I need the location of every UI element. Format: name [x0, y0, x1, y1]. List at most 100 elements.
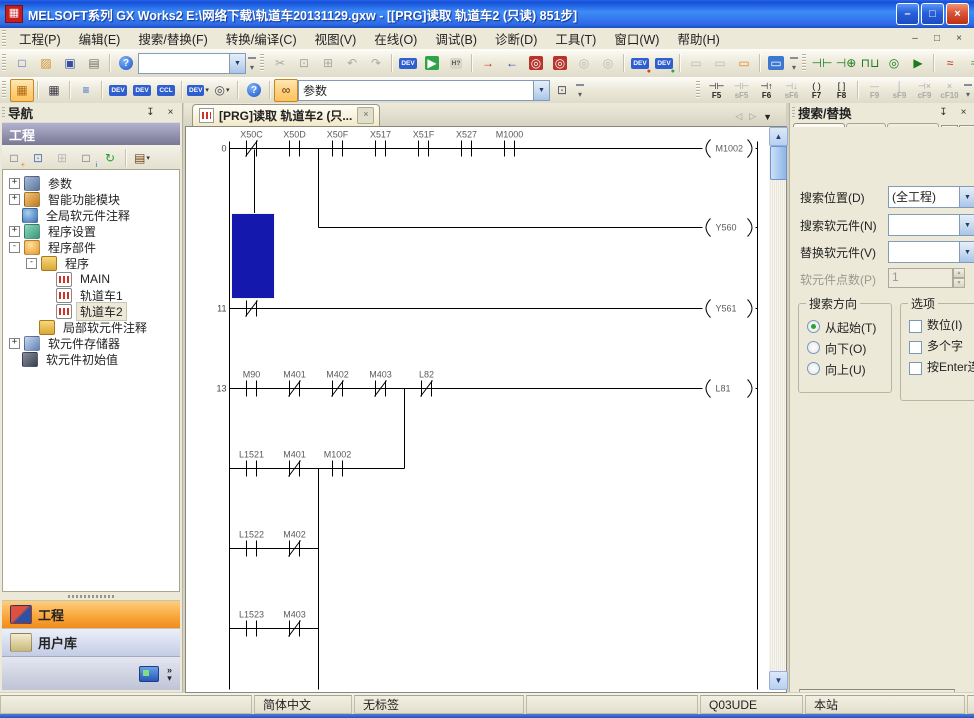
replace-device-combo[interactable]: ▼ [888, 241, 974, 263]
paste-icon[interactable]: ⊞ [316, 52, 340, 75]
run-program-icon[interactable]: ▶ [420, 52, 444, 75]
toolbar-overflow-icon[interactable]: ▾ [962, 80, 974, 100]
toolbar-overflow-icon[interactable]: ▾ [246, 53, 258, 73]
combo-dropdown-icon[interactable]: ▼ [533, 81, 549, 100]
close-panel-icon[interactable]: × [162, 105, 179, 121]
ladder-symbol-F7-icon[interactable]: ( )F7 [804, 78, 829, 102]
find-help-icon[interactable]: H? [444, 52, 468, 75]
dropdown-arrow-icon[interactable]: ▾ [205, 86, 209, 94]
device-cclink-icon[interactable]: CCL [154, 79, 178, 102]
toolbar-grip[interactable] [696, 81, 700, 99]
file-path-combo[interactable]: ▼ [138, 53, 246, 74]
sampling-trace-icon[interactable]: ≈ [938, 52, 962, 75]
refresh-icon[interactable]: ↻ [98, 146, 122, 169]
ladder-symbol-F8-icon[interactable]: [ ]F8 [829, 78, 854, 102]
direction-option-3[interactable]: 向上(U) [807, 361, 866, 378]
mdi-restore-button[interactable]: □ [928, 31, 946, 47]
menu-item-3[interactable]: 搜索/替换(F) [129, 27, 216, 50]
vertical-scrollbar[interactable]: ▲ ▼ [769, 127, 786, 690]
search-location-combo[interactable]: (全工程) ▼ [888, 186, 974, 208]
option-checkbox-3[interactable]: 按Enter连续搜 [909, 361, 974, 375]
menubar-grip[interactable] [2, 30, 6, 48]
ladder-symbol-sF5-icon[interactable]: ⊣⊢sF5 [729, 78, 754, 102]
nav-button-project[interactable]: 工程 [2, 600, 180, 628]
coil-paren[interactable] [706, 380, 711, 398]
ladder-symbol-F6-icon[interactable]: ⊣↑F6 [754, 78, 779, 102]
direction-option-1[interactable]: 从起始(T) [807, 319, 876, 336]
checkbox-icon[interactable] [909, 362, 922, 375]
coil-paren[interactable] [748, 219, 753, 237]
copy-icon[interactable]: ⊡ [292, 52, 316, 75]
coil-paren[interactable] [706, 300, 711, 318]
document-tab[interactable]: [PRG]读取 轨道车2 (只... × [192, 104, 380, 126]
print-icon[interactable]: ▤ [82, 52, 106, 75]
combo-dropdown-icon[interactable]: ▼ [229, 54, 245, 73]
menu-item-2[interactable]: 编辑(E) [70, 27, 130, 50]
device-comment-icon[interactable]: DEV [106, 79, 130, 102]
menu-item-9[interactable]: 工具(T) [546, 27, 605, 50]
ladder-symbol-cF10-icon[interactable]: ×cF10 [937, 78, 962, 102]
navigation-splitter[interactable] [2, 592, 180, 600]
device-memory-icon[interactable]: DEV [130, 79, 154, 102]
mdi-close-button[interactable]: × [950, 31, 968, 47]
coil-paren[interactable] [748, 300, 753, 318]
navigation-panel-titlebar[interactable]: 导航 ↧× [0, 103, 182, 122]
monitor-write-icon[interactable]: ⊣⊕ [834, 52, 858, 75]
combo-dropdown-icon[interactable]: ▼ [959, 187, 974, 207]
expand-icon[interactable]: + [9, 194, 20, 205]
new-data-icon[interactable]: □+ [2, 146, 26, 169]
mdi-minimize-button[interactable]: – [906, 31, 924, 47]
undo-icon[interactable]: ↶ [340, 52, 364, 75]
radio-icon[interactable] [807, 341, 820, 354]
maximize-button[interactable]: □ [921, 3, 944, 25]
statement-display-icon[interactable]: ▭ [708, 52, 732, 75]
scroll-down-icon[interactable]: ▼ [769, 671, 788, 690]
toolbar-grip[interactable] [260, 54, 264, 72]
dropdown-arrow-icon[interactable]: ▾ [226, 86, 230, 94]
crt-monitor-icon[interactable]: ▭ [764, 52, 788, 75]
checkbox-icon[interactable] [909, 341, 922, 354]
expand-icon[interactable]: + [9, 338, 20, 349]
menu-item-7[interactable]: 调试(B) [426, 27, 486, 50]
minimize-button[interactable]: – [896, 3, 919, 25]
menu-item-6[interactable]: 在线(O) [365, 27, 426, 50]
option-checkbox-2[interactable]: 多个字 [909, 340, 974, 354]
auto-hide-pin-icon[interactable]: ↧ [142, 105, 159, 121]
radio-selected-icon[interactable] [807, 320, 820, 333]
open-folder-icon[interactable]: ▨ [34, 52, 58, 75]
checkbox-icon[interactable] [909, 320, 922, 333]
read-from-plc-icon[interactable]: ← [500, 52, 524, 75]
copy-data-icon[interactable]: ⊡ [26, 146, 50, 169]
toolbar-grip[interactable] [802, 54, 806, 72]
expand-icon[interactable]: + [9, 226, 20, 237]
close-button[interactable]: × [946, 3, 969, 25]
note-display-icon[interactable]: ▭ [732, 52, 756, 75]
connection-destination-icon[interactable] [139, 666, 159, 682]
auto-hide-pin-icon[interactable]: ↧ [935, 105, 952, 121]
direction-option-2[interactable]: 向下(O) [807, 340, 866, 357]
find-replace-panel-titlebar[interactable]: 搜索/替换 ↧× [790, 103, 974, 122]
ladder-symbol-sF6-icon[interactable]: ⊣↓sF6 [779, 78, 804, 102]
tab-close-icon[interactable]: × [357, 107, 374, 124]
wave-monitor-icon[interactable]: ≈ [962, 52, 974, 75]
coil-paren[interactable] [748, 380, 753, 398]
device-comment-search-icon[interactable]: DEV [396, 52, 420, 75]
scroll-up-icon[interactable]: ▲ [769, 127, 788, 146]
cut-icon[interactable]: ✂ [268, 52, 292, 75]
radio-icon[interactable] [807, 362, 820, 375]
coil-paren[interactable] [706, 140, 711, 158]
menu-item-1[interactable]: 工程(P) [10, 27, 70, 50]
redo-icon[interactable]: ↷ [364, 52, 388, 75]
tab-list-icon[interactable]: ▼ [763, 112, 772, 122]
scroll-tabs-right-icon[interactable]: ▷ [749, 111, 756, 122]
help2-icon[interactable]: ? [242, 79, 266, 102]
print-preview-icon[interactable]: ⊡ [550, 79, 574, 102]
device-skip-icon[interactable]: ◎▾ [210, 79, 234, 102]
scrollbar-thumb[interactable] [770, 146, 787, 180]
combo-dropdown-icon[interactable]: ▼ [959, 215, 974, 235]
monitor-test-icon[interactable]: ◎ [548, 52, 572, 75]
device-display-icon[interactable]: DEV▾ [186, 79, 210, 102]
help-icon[interactable]: ? [114, 52, 138, 75]
ladder-symbol-F5-icon[interactable]: ⊣⊢F5 [704, 78, 729, 102]
title-bar[interactable]: ▦ MELSOFT系列 GX Works2 E:\网络下载\轨道车2013112… [0, 0, 974, 28]
